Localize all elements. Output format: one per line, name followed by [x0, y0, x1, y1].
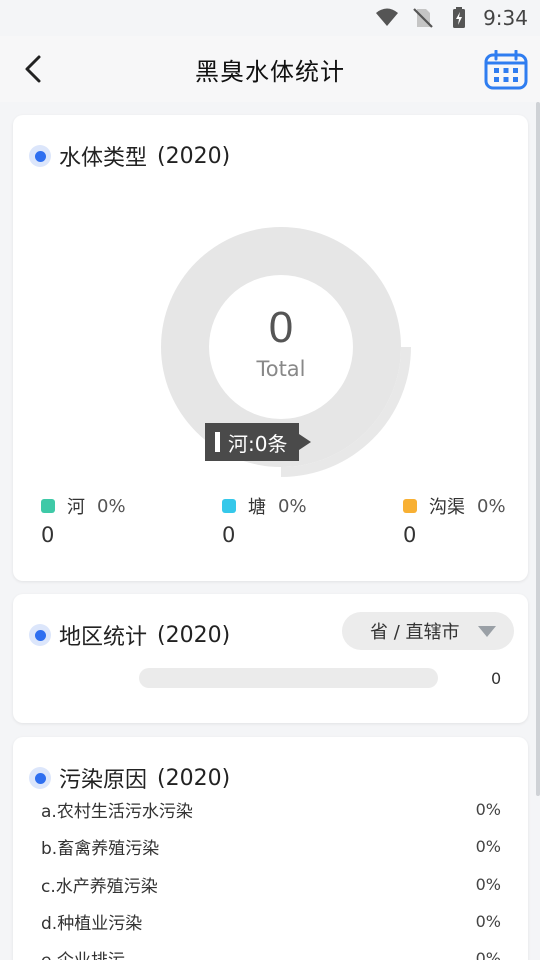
legend-value-ditch: 0: [403, 523, 417, 547]
list-item: e.企业排污 0%: [41, 943, 501, 960]
list-item: d.种植业污染 0%: [41, 906, 501, 936]
cause-label: d.种植业污染: [41, 913, 143, 934]
legend-swatch: [403, 499, 417, 513]
tooltip-text: 河:0条: [228, 431, 288, 456]
cause-percent: 0%: [475, 799, 501, 819]
chart-tooltip: 河:0条: [205, 423, 312, 461]
section-title: 水体类型: [59, 146, 148, 171]
cause-percent: 0%: [475, 836, 501, 856]
section-year: (2020): [157, 622, 231, 648]
region-stats-card: 地区统计 (2020) 省 / 直辖市 0: [13, 594, 528, 723]
list-item: b.畜禽养殖污染 0%: [41, 831, 501, 861]
legend-swatch: [222, 499, 236, 513]
legend-percent: 0%: [97, 495, 126, 517]
region-level-select[interactable]: 省 / 直辖市: [342, 612, 514, 650]
list-item: a.农村生活污水污染 0%: [41, 794, 501, 824]
legend-item-river[interactable]: 河 0%: [41, 493, 126, 519]
section-title: 污染原因: [59, 768, 148, 793]
section-year: (2020): [157, 765, 231, 791]
cause-label: c.水产养殖污染: [41, 876, 158, 897]
legend-item-ditch[interactable]: 沟渠 0%: [403, 493, 506, 519]
legend-percent: 0%: [278, 495, 307, 517]
total-value: 0: [268, 303, 294, 352]
bullet-dot-icon: [29, 145, 51, 167]
cause-label: a.农村生活污水污染: [41, 801, 193, 822]
battery-charging-icon: [453, 7, 466, 28]
legend-name: 沟渠: [429, 497, 465, 518]
app-header: 黑臭水体统计: [0, 36, 540, 102]
pollution-causes-header: 污染原因 (2020): [29, 762, 230, 794]
no-sim-icon: [413, 8, 433, 28]
region-stats-header: 地区统计 (2020): [29, 619, 230, 651]
cause-label: e.企业排污: [41, 946, 125, 960]
tooltip-arrow: [299, 434, 312, 450]
cause-label: b.畜禽养殖污染: [41, 838, 160, 859]
clock: 9:34: [483, 6, 528, 30]
cause-percent: 0%: [475, 948, 501, 960]
legend-name: 河: [67, 497, 85, 518]
water-type-card: 水体类型 (2020) 0 Total 河:0条 河 0% 0 塘 0% 0 沟…: [13, 115, 528, 581]
legend-percent: 0%: [477, 495, 506, 517]
region-progress-value: 0: [491, 669, 502, 688]
status-bar: 9:34: [0, 0, 540, 36]
pollution-causes-card: 污染原因 (2020) a.农村生活污水污染 0% b.畜禽养殖污染 0% c.…: [13, 737, 528, 960]
page-title: 黑臭水体统计: [195, 58, 345, 86]
calendar-button[interactable]: [484, 49, 528, 90]
region-progress-bar: [139, 668, 438, 688]
cause-percent: 0%: [475, 874, 501, 894]
legend-item-pond[interactable]: 塘 0%: [222, 493, 307, 519]
legend-swatch: [41, 499, 55, 513]
water-type-header: 水体类型 (2020): [29, 140, 230, 172]
wifi-icon: [376, 8, 399, 26]
section-year: (2020): [157, 143, 231, 169]
bullet-dot-icon: [29, 767, 51, 789]
list-item: c.水产养殖污染 0%: [41, 869, 501, 899]
calendar-icon: [484, 49, 528, 90]
tooltip-marker: [215, 432, 220, 452]
scrollbar[interactable]: [536, 102, 540, 796]
section-title: 地区统计: [59, 625, 148, 650]
caret-down-icon: [478, 626, 496, 637]
legend-name: 塘: [248, 497, 266, 518]
cause-percent: 0%: [475, 911, 501, 931]
legend-value-pond: 0: [222, 523, 236, 547]
total-label: Total: [256, 357, 306, 381]
region-select-label: 省 / 直辖市: [370, 622, 460, 643]
legend-value-river: 0: [41, 523, 55, 547]
bullet-dot-icon: [29, 624, 51, 646]
